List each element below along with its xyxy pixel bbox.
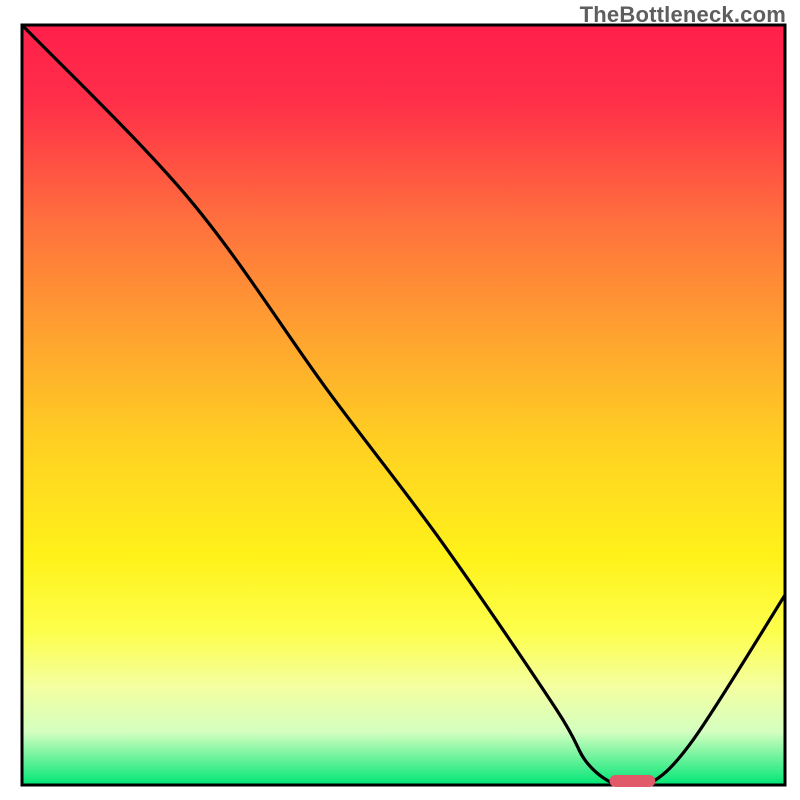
- plot-svg: [0, 0, 800, 800]
- bottleneck-chart: TheBottleneck.com: [0, 0, 800, 800]
- watermark-text: TheBottleneck.com: [580, 2, 786, 28]
- minimum-marker: [610, 775, 656, 787]
